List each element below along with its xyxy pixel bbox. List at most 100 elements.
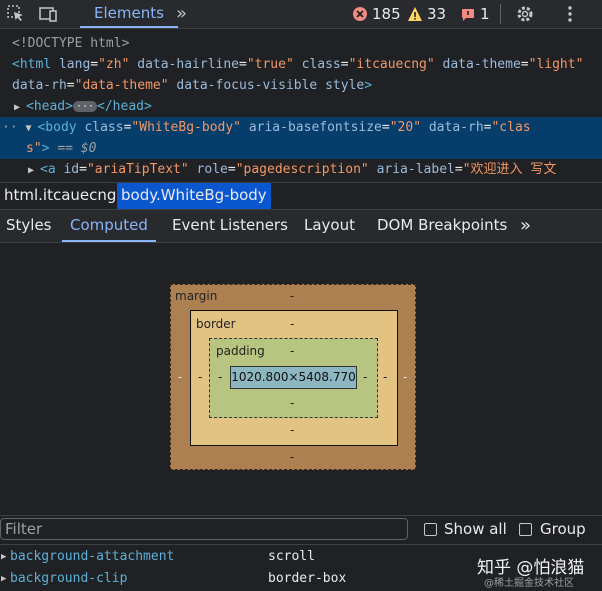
gear-icon[interactable] <box>515 4 535 24</box>
tab-event-listeners[interactable]: Event Listeners <box>172 210 288 242</box>
doctype-text: <!DOCTYPE html> <box>12 36 130 51</box>
error-counter[interactable]: 185 <box>352 5 401 23</box>
dom-html-node[interactable]: <html lang="zh" data-hairline="true" cla… <box>12 54 602 75</box>
html-tag: <html <box>12 57 52 72</box>
border-top-value[interactable]: - <box>290 317 294 331</box>
error-icon <box>353 7 367 21</box>
warning-icon <box>408 7 422 21</box>
a-tag: <a <box>40 162 56 177</box>
padding-top-value[interactable]: - <box>290 344 294 358</box>
expand-triangle-icon[interactable]: ▶ <box>28 160 40 181</box>
attr-name: aria-label <box>376 162 455 177</box>
border-label: border <box>196 317 236 331</box>
padding-left-value[interactable]: - <box>218 370 222 384</box>
warning-counter[interactable]: 33 <box>407 5 446 23</box>
attr-name: data-focus-visible <box>176 78 318 93</box>
attr-value: s" <box>26 141 42 156</box>
border-left-value[interactable]: - <box>198 370 202 384</box>
dom-a-node[interactable]: ▶ <a id="ariaTipText" role="pagedescripti… <box>28 159 602 181</box>
issues-count: 1 <box>480 5 490 23</box>
padding-right-value[interactable]: - <box>363 370 367 384</box>
attr-value: "zh" <box>98 57 130 72</box>
attr-name: style <box>325 78 365 93</box>
attr-value: "WhiteBg-body" <box>131 120 241 135</box>
tab-computed[interactable]: Computed <box>62 210 156 242</box>
margin-bottom-value[interactable]: - <box>290 450 294 464</box>
filter-input[interactable] <box>0 518 408 540</box>
more-tabs-button[interactable]: » <box>176 3 187 24</box>
show-all-checkbox[interactable] <box>424 523 437 536</box>
padding-bottom-value[interactable]: - <box>290 396 294 410</box>
border-right-value[interactable]: - <box>383 370 387 384</box>
property-name: background-clip <box>10 571 128 586</box>
attr-name: class <box>301 57 341 72</box>
dom-body-node-cont[interactable]: s"> == $0 <box>0 138 602 159</box>
property-value: border-box <box>268 571 347 586</box>
selected-node-marker: == $0 <box>57 141 97 156</box>
margin-label: margin <box>175 289 218 303</box>
expand-triangle-icon[interactable]: ▶ <box>14 97 26 118</box>
expand-triangle-icon[interactable]: ▶ <box>1 546 6 568</box>
margin-left-value[interactable]: - <box>178 370 182 384</box>
margin-top-value[interactable]: - <box>290 289 294 303</box>
property-name: background-attachment <box>10 549 175 564</box>
property-value: scroll <box>268 549 315 564</box>
attr-value: "20" <box>389 120 422 135</box>
padding-label: padding <box>216 344 265 358</box>
attr-value: "light" <box>528 57 584 72</box>
show-all-label[interactable]: Show all <box>444 520 507 538</box>
tab-dom-breakpoints[interactable]: DOM Breakpoints <box>377 210 507 242</box>
sidebar-tabs: Styles Computed Event Listeners Layout D… <box>0 210 602 243</box>
breadcrumb: html.itcauecng body.WhiteBg-body <box>0 182 602 210</box>
margin-right-value[interactable]: - <box>403 370 407 384</box>
breadcrumb-html[interactable]: html.itcauecng <box>0 183 120 209</box>
tab-elements[interactable]: Elements <box>80 0 178 28</box>
group-label[interactable]: Group <box>540 520 586 538</box>
attr-name: data-rh <box>428 120 484 135</box>
attr-name: data-theme <box>442 57 521 72</box>
breadcrumb-body[interactable]: body.WhiteBg-body <box>117 183 271 209</box>
attr-value: "ariaTipText" <box>86 162 189 177</box>
tab-styles[interactable]: Styles <box>6 210 52 242</box>
issue-flag-icon <box>462 9 474 21</box>
devtools-toolbar: Elements » 185 33 1 <box>0 0 602 29</box>
expand-triangle-icon[interactable]: ▶ <box>1 568 6 590</box>
cursor-select-icon[interactable] <box>6 4 26 24</box>
tag-close: > <box>41 141 50 156</box>
group-checkbox[interactable] <box>519 523 532 536</box>
watermark-juejin: @稀土掘金技术社区 <box>484 578 574 589</box>
collapsed-content-ellipsis[interactable]: ··· <box>72 101 98 112</box>
attr-value: "pagedescription" <box>235 162 369 177</box>
dom-tree: <!DOCTYPE html> <html lang="zh" data-hai… <box>0 29 602 182</box>
kebab-menu-icon[interactable] <box>560 4 580 24</box>
box-model-content[interactable]: 1020.800×5408.770 <box>230 366 357 389</box>
attr-value: "欢迎进入 写文 <box>462 162 557 177</box>
box-model-diagram: 1020.800×5408.770 margin border padding … <box>0 243 602 515</box>
attr-name: id <box>63 162 80 177</box>
attr-value: "itcauecng" <box>348 57 435 72</box>
border-bottom-value[interactable]: - <box>290 423 294 437</box>
node-options-dots[interactable]: ·· <box>2 120 18 135</box>
attr-name: role <box>196 162 228 177</box>
filter-bar: Show all Group <box>0 515 602 545</box>
attr-name: lang <box>58 57 91 72</box>
head-open-tag: <head> <box>26 99 73 114</box>
issues-counter[interactable]: 1 <box>460 5 490 23</box>
error-count: 185 <box>372 5 401 23</box>
collapse-triangle-icon[interactable]: ▼ <box>25 118 37 139</box>
device-toggle-icon[interactable] <box>38 4 58 24</box>
dom-head-node[interactable]: ▶ <head> ··· </head> <box>14 96 602 118</box>
head-close-tag: </head> <box>97 99 152 114</box>
attr-name: aria-basefontsize <box>248 120 382 135</box>
attr-value: "clas <box>491 120 531 135</box>
attr-name: data-hairline <box>137 57 239 72</box>
dom-doctype[interactable]: <!DOCTYPE html> <box>12 33 602 54</box>
attr-value: "data-theme" <box>74 78 169 93</box>
tag-close: > <box>364 78 373 93</box>
warning-count: 33 <box>427 5 447 23</box>
attr-name: class <box>84 120 124 135</box>
toolbar-divider <box>500 4 501 24</box>
more-subtabs-button[interactable]: » <box>520 210 531 242</box>
dom-body-node[interactable]: ·· ▼ <body class="WhiteBg-body" aria-base… <box>0 117 602 139</box>
tab-layout[interactable]: Layout <box>304 210 355 242</box>
